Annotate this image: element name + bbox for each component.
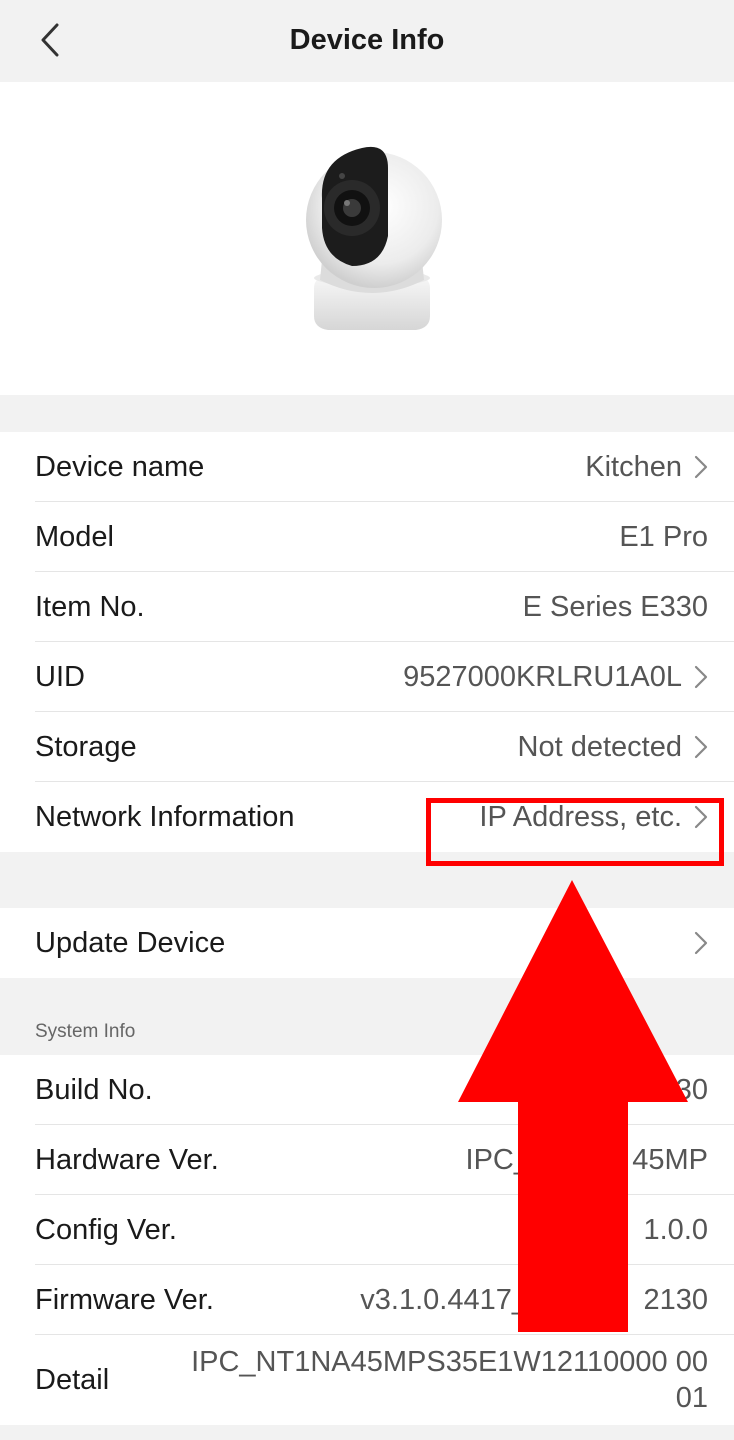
row-label: Model bbox=[35, 520, 114, 553]
storage-value: Not detected bbox=[517, 730, 682, 763]
uid-value: 9527000KRLRU1A0L bbox=[403, 660, 682, 693]
chevron-right-icon bbox=[694, 735, 708, 759]
camera-device-image bbox=[306, 146, 442, 330]
row-label: Hardware Ver. bbox=[35, 1143, 219, 1176]
network-information-value: IP Address, etc. bbox=[479, 800, 682, 833]
detail-value: IPC_NT1NA45MPS35E1W12110000 0001 bbox=[191, 1346, 708, 1414]
build-no-value: b 30 bbox=[504, 1073, 708, 1107]
row-label: Build No. bbox=[35, 1073, 153, 1106]
row-label: Update Device bbox=[35, 926, 226, 959]
device-details-section: Device name Kitchen Model E1 Pro Item No… bbox=[0, 432, 734, 852]
model-value: E1 Pro bbox=[619, 520, 708, 553]
firmware-ver-value: v3.1.0.4417_ 2130 bbox=[360, 1283, 708, 1317]
row-label: Device name bbox=[35, 450, 205, 483]
update-device-section: Update Device bbox=[0, 908, 734, 978]
top-bar: Device Info bbox=[0, 0, 734, 82]
value-start: b bbox=[503, 1073, 520, 1106]
storage-row[interactable]: Storage Not detected bbox=[0, 712, 734, 782]
firmware-ver-row: Firmware Ver. v3.1.0.4417_ 2130 bbox=[0, 1265, 734, 1335]
update-device-row[interactable]: Update Device bbox=[0, 908, 734, 978]
detail-row: Detail IPC_NT1NA45MPS35E1W12110000 0001 bbox=[0, 1335, 734, 1425]
row-label: Item No. bbox=[35, 590, 145, 623]
build-no-row: Build No. b 30 bbox=[0, 1055, 734, 1125]
row-label: Detail bbox=[35, 1363, 110, 1396]
page-title: Device Info bbox=[289, 24, 445, 56]
row-label: UID bbox=[35, 660, 85, 693]
value-end: 45MP bbox=[632, 1143, 708, 1176]
network-information-row[interactable]: Network Information IP Address, etc. bbox=[0, 782, 734, 852]
item-no-row: Item No. E Series E330 bbox=[0, 572, 734, 642]
chevron-right-icon bbox=[694, 665, 708, 689]
chevron-right-icon bbox=[694, 805, 708, 829]
device-image-area bbox=[0, 82, 734, 395]
device-name-value: Kitchen bbox=[585, 450, 682, 483]
system-info-section: Build No. b 30 Hardware Ver. IPC_ 45MP C… bbox=[0, 1055, 734, 1425]
hardware-ver-value: IPC_ 45MP bbox=[466, 1143, 708, 1177]
item-no-value: E Series E330 bbox=[522, 590, 708, 623]
value-end: 2130 bbox=[643, 1283, 708, 1316]
config-ver-row: Config Ver. 1.0.0 bbox=[0, 1195, 734, 1265]
row-label: Storage bbox=[35, 730, 137, 763]
uid-row[interactable]: UID 9527000KRLRU1A0L bbox=[0, 642, 734, 712]
value-start: IPC_ bbox=[465, 1143, 530, 1176]
value-end: 30 bbox=[675, 1073, 708, 1106]
row-label: Network Information bbox=[35, 800, 295, 833]
model-row: Model E1 Pro bbox=[0, 502, 734, 572]
hardware-ver-row: Hardware Ver. IPC_ 45MP bbox=[0, 1125, 734, 1195]
chevron-right-icon bbox=[694, 455, 708, 479]
device-name-row[interactable]: Device name Kitchen bbox=[0, 432, 734, 502]
config-ver-value: 1.0.0 bbox=[643, 1213, 709, 1246]
row-label: Config Ver. bbox=[35, 1213, 177, 1246]
row-label: Firmware Ver. bbox=[35, 1283, 214, 1316]
system-info-header: System Info bbox=[35, 1021, 136, 1042]
device-info-page: Device Info Device name Kitchen Model E1… bbox=[0, 0, 734, 1440]
chevron-right-icon bbox=[694, 931, 708, 955]
value-start: v3.1.0.4417_ bbox=[360, 1283, 528, 1316]
